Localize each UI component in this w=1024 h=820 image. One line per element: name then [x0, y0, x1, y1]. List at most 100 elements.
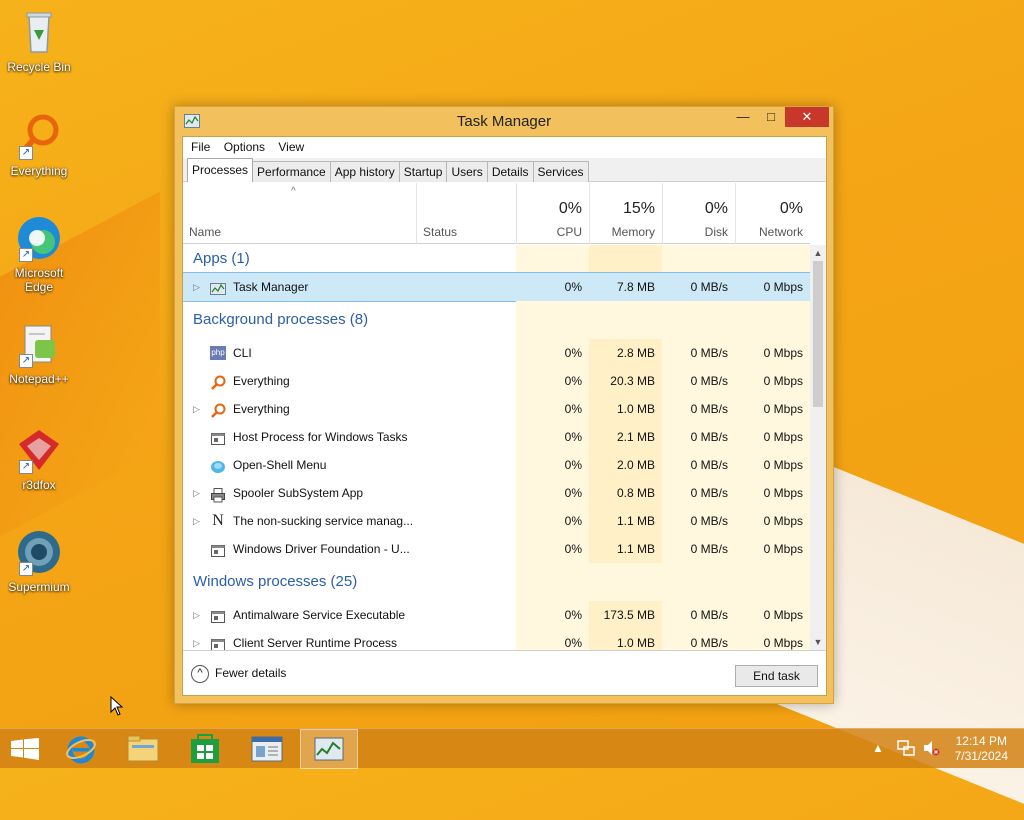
store-icon	[190, 734, 220, 769]
desktop-icon-supermium[interactable]: ↗ Supermium	[1, 528, 77, 594]
process-network: 0 Mbps	[735, 423, 810, 451]
process-memory: 1.0 MB	[589, 395, 662, 423]
column-header-network[interactable]: 0% Network	[735, 183, 810, 244]
column-header-name[interactable]: ^ Name	[183, 183, 416, 244]
tab-app-history[interactable]: App history	[329, 161, 400, 182]
table-row[interactable]: Windows Driver Foundation - U... 0% 1.1 …	[183, 535, 810, 563]
internet-explorer-icon	[65, 733, 97, 770]
window-process-icon	[210, 429, 226, 445]
tab-users[interactable]: Users	[446, 161, 488, 182]
close-button[interactable]: ✕	[785, 107, 829, 127]
tab-services[interactable]: Services	[532, 161, 589, 182]
start-button[interactable]	[0, 729, 58, 769]
table-row[interactable]: ▷ Client Server Runtime Process 0% 1.0 M…	[183, 629, 810, 650]
recycle-bin-icon	[15, 8, 63, 56]
expand-chevron-icon[interactable]: ▷	[193, 395, 203, 423]
expand-chevron-icon[interactable]: ▷	[193, 507, 203, 535]
column-label-name: Name	[189, 225, 222, 239]
clock-time: 12:14 PM	[955, 734, 1007, 748]
desktop-icon-edge[interactable]: ↗ Microsoft Edge	[1, 214, 77, 294]
vertical-scrollbar[interactable]: ▲ ▼	[810, 245, 826, 650]
cpu-total-percent: 0%	[558, 200, 582, 217]
process-disk: 0 MB/s	[662, 535, 735, 563]
process-cpu: 0%	[516, 479, 589, 507]
taskbar-item-ie[interactable]	[52, 729, 110, 769]
open-shell-icon	[210, 457, 226, 473]
fewer-details-button[interactable]: ^ Fewer details	[191, 665, 286, 683]
expand-chevron-icon[interactable]: ▷	[193, 479, 203, 507]
process-network: 0 Mbps	[735, 535, 810, 563]
taskbar-item-store[interactable]	[176, 729, 234, 769]
maximize-button[interactable]: □	[758, 107, 784, 127]
expand-chevron-icon[interactable]: ▷	[193, 601, 203, 629]
process-cpu: 0%	[516, 507, 589, 535]
fewer-details-label: Fewer details	[215, 666, 287, 681]
window-process-icon	[210, 635, 226, 650]
process-disk: 0 MB/s	[662, 601, 735, 629]
tab-processes[interactable]: Processes	[187, 158, 254, 182]
table-row[interactable]: ▷ Antimalware Service Executable 0% 173.…	[183, 601, 810, 629]
table-row[interactable]: php CLI 0% 2.8 MB 0 MB/s 0 Mbps	[183, 339, 810, 367]
menu-options[interactable]: Options	[224, 137, 271, 154]
column-header-status[interactable]: Status	[416, 183, 516, 244]
desktop-icon-notepadpp[interactable]: ↗ Notepad++	[1, 320, 77, 386]
table-row[interactable]: ▷ Task Manager 0% 7.8 MB 0 MB/s 0 Mbps	[183, 272, 810, 302]
scroll-down-arrow-icon[interactable]: ▼	[810, 634, 826, 650]
menu-view[interactable]: View	[278, 137, 310, 154]
title-bar[interactable]: Task Manager — □ ✕	[175, 107, 833, 135]
process-list: Apps (1) ▷ Task Manager 0% 7.8 MB 0 MB/s…	[183, 245, 810, 650]
process-memory: 20.3 MB	[589, 367, 662, 395]
process-name: Windows Driver Foundation - U...	[233, 542, 410, 556]
process-memory: 2.0 MB	[589, 451, 662, 479]
process-disk: 0 MB/s	[662, 507, 735, 535]
process-cpu: 0%	[516, 367, 589, 395]
network-total-percent: 0%	[779, 200, 803, 217]
expand-chevron-icon[interactable]: ▷	[193, 273, 203, 301]
desktop-icon-label: Notepad++	[9, 372, 69, 386]
shortcut-arrow-icon: ↗	[19, 460, 33, 474]
table-row[interactable]: ▷ Everything 0% 1.0 MB 0 MB/s 0 Mbps	[183, 395, 810, 423]
control-panel-icon	[251, 736, 283, 767]
tab-performance[interactable]: Performance	[252, 161, 331, 182]
system-clock[interactable]: 12:14 PM 7/31/2024	[955, 734, 1008, 764]
network-icon[interactable]	[897, 739, 915, 779]
process-disk: 0 MB/s	[662, 451, 735, 479]
minimize-button[interactable]: —	[730, 107, 756, 127]
taskbar-item-explorer[interactable]	[114, 729, 172, 769]
desktop-icon-everything[interactable]: ↗ Everything	[1, 112, 77, 178]
table-row[interactable]: Host Process for Windows Tasks 0% 2.1 MB…	[183, 423, 810, 451]
table-row[interactable]: Everything 0% 20.3 MB 0 MB/s 0 Mbps	[183, 367, 810, 395]
process-network: 0 Mbps	[735, 629, 810, 650]
end-task-button[interactable]: End task	[735, 665, 818, 687]
window-footer: ^ Fewer details End task	[183, 650, 826, 695]
edge-icon: ↗	[15, 214, 63, 262]
column-header-cpu[interactable]: 0% CPU	[516, 183, 589, 244]
scroll-up-arrow-icon[interactable]: ▲	[810, 245, 826, 261]
show-hidden-icons-arrow[interactable]: ▲	[872, 741, 884, 781]
process-cpu: 0%	[516, 451, 589, 479]
sort-up-icon: ^	[291, 186, 296, 197]
table-row[interactable]: ▷ N The non-sucking service manag... 0% …	[183, 507, 810, 535]
task-manager-window[interactable]: Task Manager — □ ✕ File Options View Pro…	[174, 106, 834, 704]
taskbar-item-task-manager[interactable]	[300, 729, 358, 769]
process-name: Host Process for Windows Tasks	[233, 430, 408, 444]
column-header-disk[interactable]: 0% Disk	[662, 183, 735, 244]
scrollbar-thumb[interactable]	[813, 261, 823, 407]
table-header: ^ Name Status 0% CPU 15% Memory 0% Disk	[183, 183, 810, 244]
table-row[interactable]: Open-Shell Menu 0% 2.0 MB 0 MB/s 0 Mbps	[183, 451, 810, 479]
table-row[interactable]: ▷ Spooler SubSystem App 0% 0.8 MB 0 MB/s…	[183, 479, 810, 507]
expand-chevron-icon[interactable]: ▷	[193, 629, 203, 650]
taskbar-item-control-panel[interactable]	[238, 729, 296, 769]
volume-muted-icon[interactable]	[922, 739, 940, 779]
menu-file[interactable]: File	[191, 137, 216, 154]
desktop-icon-recycle-bin[interactable]: Recycle Bin	[1, 8, 77, 74]
desktop-icon-r3dfox[interactable]: ↗ r3dfox	[1, 426, 77, 492]
tab-startup[interactable]: Startup	[398, 161, 448, 182]
everything-search-icon	[210, 401, 226, 418]
column-header-memory[interactable]: 15% Memory	[589, 183, 662, 244]
group-header-background: Background processes (8)	[183, 301, 810, 339]
mouse-cursor-icon	[110, 695, 124, 721]
group-title: Apps (1)	[193, 250, 250, 267]
tab-details[interactable]: Details	[486, 161, 534, 182]
process-disk: 0 MB/s	[662, 273, 735, 301]
